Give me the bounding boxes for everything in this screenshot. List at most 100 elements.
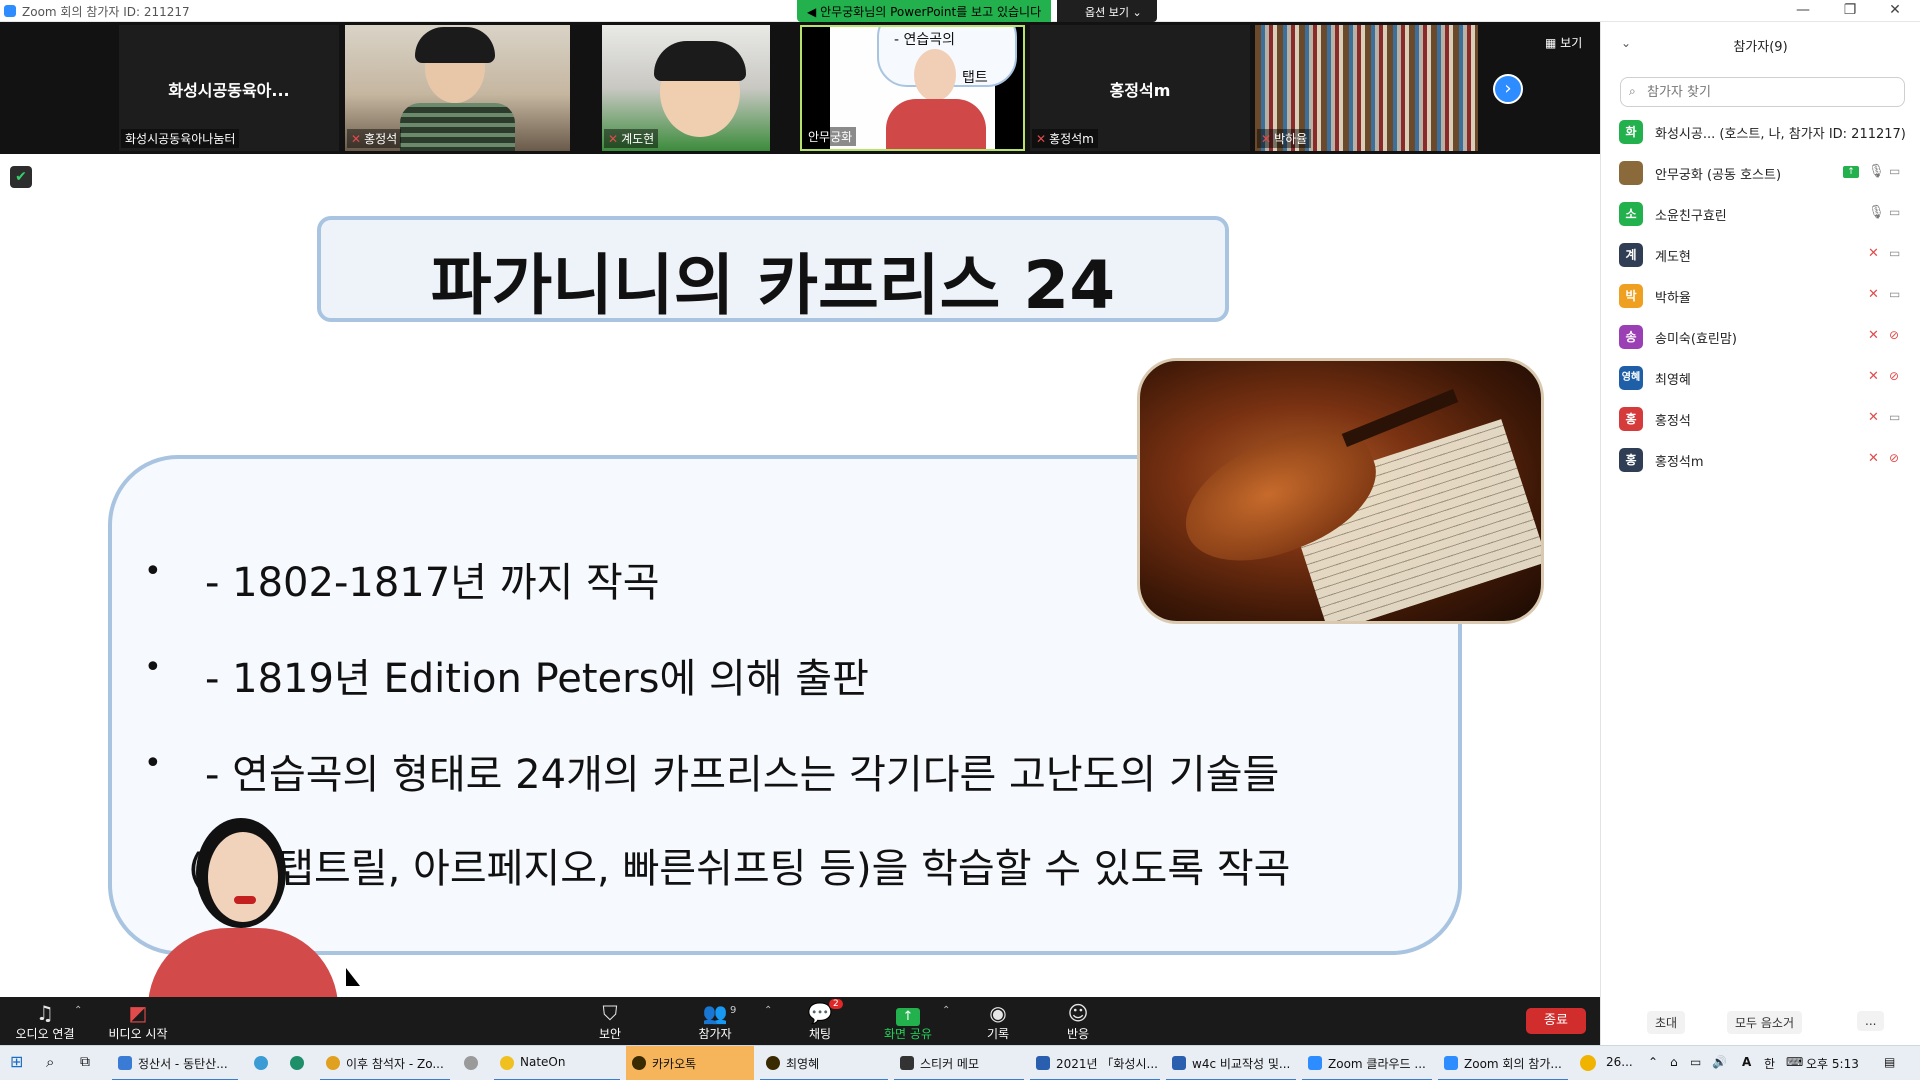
participant-name: 계도현 [1655, 250, 1691, 265]
camera-off-icon[interactable]: ⊘ [1889, 369, 1899, 383]
participant-row[interactable]: 홍 홍정석 ✕ ▭ [1601, 399, 1920, 439]
caret-up-icon[interactable]: ⌃ [942, 1005, 950, 1016]
app-icon [464, 1056, 478, 1070]
taskbar-item[interactable] [284, 1046, 314, 1080]
camera-icon[interactable]: ▭ [1889, 205, 1900, 219]
reactions-button[interactable]: ☺ 반응 [1033, 1001, 1123, 1042]
video-tile[interactable]: 홍정석m ✕ 홍정석m [1030, 25, 1250, 151]
restore-icon[interactable]: ❐ [1835, 2, 1865, 18]
keyboard-icon[interactable]: ⌨ [1786, 1055, 1803, 1069]
windows-start-icon[interactable]: ⊞ [10, 1052, 23, 1071]
clock[interactable]: 오후 5:13 [1806, 1055, 1859, 1072]
volume-icon[interactable]: 🔊 [1712, 1055, 1727, 1069]
mic-muted-icon[interactable]: ✕ [1868, 246, 1879, 261]
caret-up-icon[interactable]: ⌃ [74, 1005, 82, 1016]
ime-hangul[interactable]: 한 [1764, 1055, 1775, 1072]
weather-temp[interactable]: 26... [1606, 1055, 1633, 1069]
mute-all-button[interactable]: 모두 음소거 [1727, 1011, 1803, 1034]
video-tile[interactable]: ✕ 박하율 [1255, 25, 1478, 151]
mic-muted-icon[interactable]: ✕ [1868, 410, 1879, 425]
hwp-icon [1036, 1056, 1050, 1070]
camera-off-icon[interactable]: ⊘ [1889, 451, 1899, 465]
taskbar-item[interactable]: NateOn [494, 1046, 620, 1080]
taskbar-item[interactable]: w4c 비교작성 및... [1166, 1046, 1296, 1080]
participant-search[interactable]: ⌕ [1620, 77, 1905, 107]
chat-bubble-icon: 💬 [807, 1001, 833, 1025]
mic-muted-icon[interactable]: ✕ [1868, 287, 1879, 302]
participant-row[interactable]: 소 소윤친구효린 🎙 ▭ [1601, 194, 1920, 234]
notification-icon[interactable]: ▤ [1884, 1055, 1895, 1069]
avatar: 화 [1619, 120, 1643, 144]
security-shield-icon[interactable]: ✔ [10, 166, 32, 188]
search-icon[interactable]: ⌕ [46, 1053, 54, 1071]
participant-search-input[interactable] [1647, 82, 1897, 102]
participant-row[interactable]: 박 박하율 ✕ ▭ [1601, 276, 1920, 316]
participant-row[interactable]: 송 송미숙(효린맘) ✕ ⊘ [1601, 317, 1920, 357]
taskbar-item[interactable]: 카카오톡 [626, 1046, 754, 1080]
caret-up-icon[interactable]: ⌃ [764, 1005, 772, 1016]
mic-icon[interactable]: 🎙 [1868, 205, 1885, 220]
slide-fragment-text: 탭트 [962, 70, 988, 86]
bullet-marker: • [144, 554, 162, 589]
video-button[interactable]: ◩ 비디오 시작 [93, 1001, 183, 1042]
security-button[interactable]: ⛉ 보안 [565, 1001, 655, 1042]
task-view-icon[interactable]: ⧉ [80, 1054, 90, 1070]
participant-row[interactable]: 계 계도현 ✕ ▭ [1601, 235, 1920, 275]
participant-row[interactable]: 화 화성시공... (호스트, 나, 참가자 ID: 211217) [1601, 112, 1920, 152]
kakaotalk-icon [766, 1056, 780, 1070]
mic-muted-icon: ✕ [1261, 132, 1272, 146]
taskbar-item[interactable] [458, 1046, 488, 1080]
invite-button[interactable]: 초대 [1647, 1011, 1686, 1034]
mic-muted-icon[interactable]: ✕ [1868, 328, 1879, 343]
gallery-view-toggle[interactable]: ▦ 보기 [1545, 34, 1582, 51]
chevron-up-icon[interactable]: ⌃ [1648, 1055, 1658, 1069]
camera-icon[interactable]: ▭ [1889, 287, 1900, 301]
camera-icon[interactable]: ▭ [1889, 164, 1900, 178]
participants-panel: ⌄ 참가자(9) ⌕ 화 화성시공... (호스트, 나, 참가자 ID: 21… [1600, 22, 1920, 1045]
taskbar-item[interactable]: Zoom 클라우드 ... [1302, 1046, 1432, 1080]
taskbar-item[interactable]: Zoom 회의 참가... [1438, 1046, 1568, 1080]
slide-bullet: - 1802-1817년 까지 작곡 [205, 560, 660, 606]
minimize-icon[interactable]: — [1788, 2, 1818, 18]
taskbar-item[interactable] [248, 1046, 278, 1080]
weather-icon[interactable] [1580, 1055, 1596, 1071]
share-screen-button[interactable]: ↑ 화면 공유 [863, 1001, 953, 1042]
participant-row[interactable]: 홍 홍정석m ✕ ⊘ [1601, 440, 1920, 480]
violin-image [1137, 358, 1544, 624]
participant-row[interactable]: 영혜 최영혜 ✕ ⊘ [1601, 358, 1920, 398]
taskbar-item[interactable]: 정산서 - 동탄산... [112, 1046, 238, 1080]
end-meeting-button[interactable]: 종료 [1526, 1008, 1586, 1034]
participants-button[interactable]: 👥 9 참가자 [670, 1001, 760, 1042]
mouse-cursor-icon [346, 968, 360, 986]
record-button[interactable]: ◉ 기록 [953, 1001, 1043, 1042]
mic-muted-icon[interactable]: ✕ [1868, 451, 1879, 466]
camera-icon[interactable]: ▭ [1889, 246, 1900, 260]
slide-title: 파가니니의 카프리스 24 [430, 247, 1116, 324]
taskbar-item[interactable]: 최영혜 [760, 1046, 888, 1080]
taskbar-item[interactable]: 2021년 「화성시... [1030, 1046, 1160, 1080]
taskbar-item[interactable]: 이후 참석자 - Zo... [320, 1046, 450, 1080]
view-options-label: 옵션 보기 [1085, 6, 1129, 19]
view-options-button[interactable]: 옵션 보기 ⌄ [1057, 0, 1157, 22]
participant-row[interactable]: 안무궁화 (공동 호스트) ↑ 🎙 ▭ [1601, 153, 1920, 193]
ime-mode[interactable]: A [1742, 1055, 1751, 1069]
smiley-icon: ☺ [1067, 1001, 1089, 1025]
avatar: 홍 [1619, 407, 1643, 431]
camera-icon[interactable]: ▭ [1889, 410, 1900, 424]
mic-icon[interactable]: 🎙 [1868, 164, 1885, 179]
taskbar-item[interactable]: 스티커 메모 [894, 1046, 1024, 1080]
video-tile[interactable]: 화성시공동육아... 화성시공동육아나눔터 [119, 25, 339, 151]
screen-share-banner: ◀ 안무궁화님의 PowerPoint를 보고 있습니다 [797, 0, 1052, 22]
video-tile[interactable]: ✕ 계도현 [602, 25, 770, 151]
video-tile-active-speaker[interactable]: - 연습곡의 탭트 안무궁화 [800, 25, 1025, 151]
network-icon[interactable]: ⌂ [1670, 1055, 1678, 1069]
close-icon[interactable]: ✕ [1880, 2, 1910, 18]
chat-button[interactable]: 💬 2 채팅 [775, 999, 865, 1042]
next-page-arrow-icon[interactable]: › [1493, 74, 1523, 104]
sticky-notes-icon [900, 1056, 914, 1070]
mic-muted-icon[interactable]: ✕ [1868, 369, 1879, 384]
more-button[interactable]: ... [1857, 1011, 1885, 1031]
display-icon[interactable]: ▭ [1690, 1055, 1701, 1069]
camera-off-icon[interactable]: ⊘ [1889, 328, 1899, 342]
video-tile[interactable]: ✕ 홍정석 [345, 25, 570, 151]
